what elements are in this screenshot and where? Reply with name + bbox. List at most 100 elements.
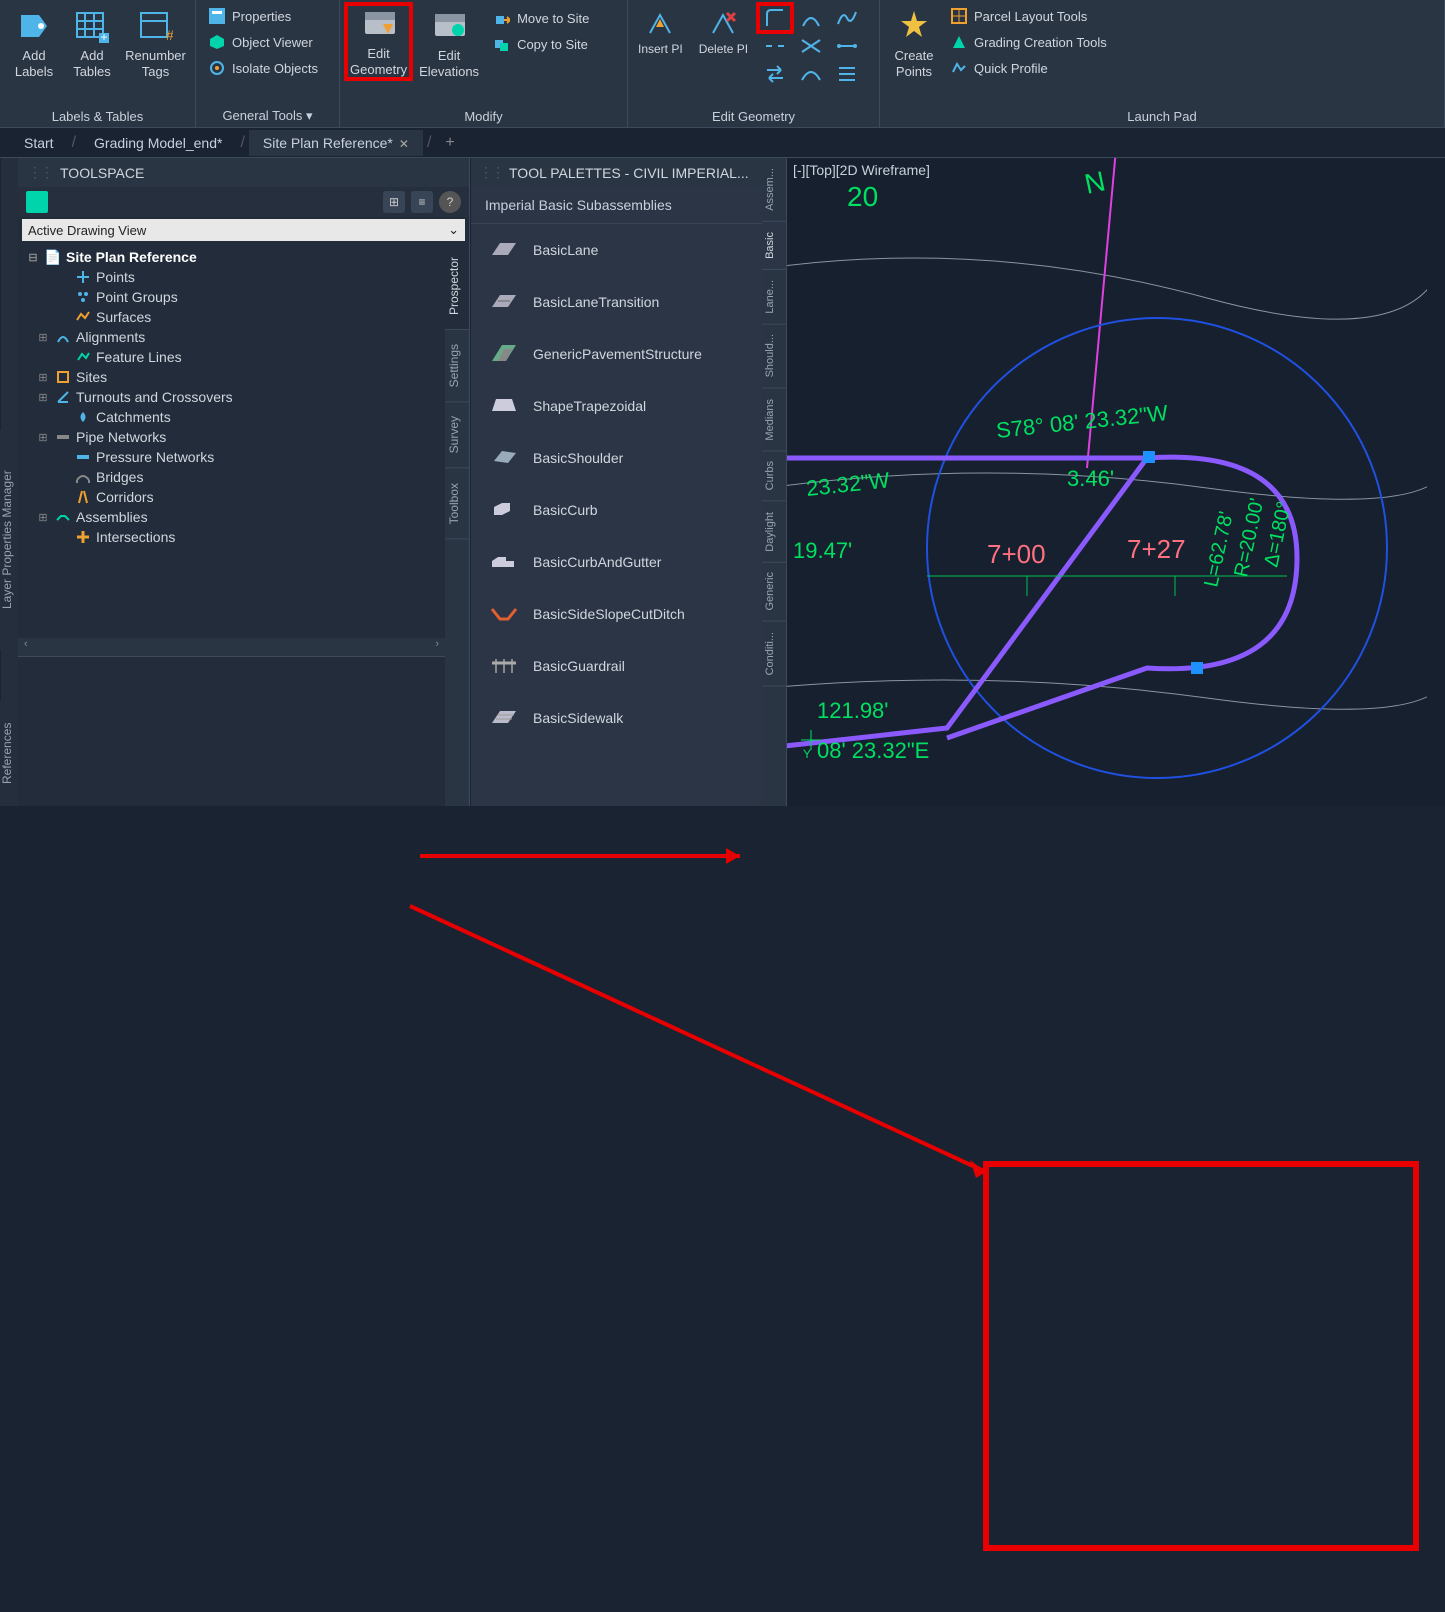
quick-profile-button[interactable]: Quick Profile <box>944 56 1113 80</box>
palette-item-guardrail[interactable]: BasicGuardrail <box>471 640 762 692</box>
palette-item-basiclanetransition[interactable]: BasicLaneTransition <box>471 276 762 328</box>
tree-item-catchments[interactable]: Catchments <box>18 407 445 427</box>
tree-item-pressure-networks[interactable]: Pressure Networks <box>18 447 445 467</box>
tp-tab-shoulders[interactable]: Should... <box>762 324 786 388</box>
curve-tool-button[interactable] <box>794 4 828 32</box>
edit-geometry-button[interactable]: Edit Geometry <box>346 4 411 79</box>
panel-title-launchpad: Launch Pad <box>880 106 1444 127</box>
tree-item-assemblies[interactable]: ⊞Assemblies <box>18 507 445 527</box>
edit-geometry-icon <box>361 6 397 42</box>
tree-root[interactable]: ⊟📄Site Plan Reference <box>18 247 445 267</box>
tp-tab-medians[interactable]: Medians <box>762 389 786 452</box>
add-labels-button[interactable]: Add Labels <box>6 4 62 79</box>
tab-toolbox[interactable]: Toolbox <box>445 469 469 539</box>
toolspace-tree[interactable]: ⊟📄Site Plan Reference Points Point Group… <box>18 243 445 638</box>
reverse-tool-button[interactable] <box>758 60 792 88</box>
move-to-site-button[interactable]: Move to Site <box>487 6 595 30</box>
insert-pi-button[interactable]: Insert PI <box>632 4 689 88</box>
toolspace-titlebar[interactable]: ⋮⋮TOOLSPACE <box>18 158 469 187</box>
panel-title-general[interactable]: General Tools ▾ <box>196 105 339 127</box>
svg-text:08' 23.32"E: 08' 23.32"E <box>817 738 929 763</box>
palette-item-shapetrapezoidal[interactable]: ShapeTrapezoidal <box>471 380 762 432</box>
tab-prospector[interactable]: Prospector <box>445 243 469 330</box>
create-points-button[interactable]: Create Points <box>886 4 942 79</box>
properties-label: Properties <box>232 9 291 24</box>
catchment-icon <box>74 409 92 425</box>
parcel-layout-button[interactable]: Parcel Layout Tools <box>944 4 1113 28</box>
copy-to-site-button[interactable]: Copy to Site <box>487 32 595 56</box>
palette-item-basicshoulder[interactable]: BasicShoulder <box>471 432 762 484</box>
join-icon <box>835 34 859 58</box>
smooth-tool-button[interactable] <box>794 60 828 88</box>
tree-item-alignments[interactable]: ⊞Alignments <box>18 327 445 347</box>
toolspace-help-button[interactable]: ? <box>439 191 461 213</box>
tab-site-plan-reference[interactable]: Site Plan Reference*✕ <box>249 130 423 156</box>
fillet-tool-button[interactable] <box>758 4 792 32</box>
palette-item-basiccurb[interactable]: BasicCurb <box>471 484 762 536</box>
trapezoid-icon <box>489 394 519 418</box>
drawing-icon: 📄 <box>44 249 62 265</box>
trim-tool-button[interactable] <box>794 32 828 60</box>
tree-item-point-groups[interactable]: Point Groups <box>18 287 445 307</box>
panel-title-modify: Modify <box>340 106 627 127</box>
toolspace-toolbar: ⊞ ≡ ? <box>18 187 469 217</box>
tool-palettes-titlebar[interactable]: ⋮⋮TOOL PALETTES - CIVIL IMPERIAL... <box>471 158 762 187</box>
references-rail[interactable]: References <box>0 700 18 806</box>
tree-item-intersections[interactable]: Intersections <box>18 527 445 547</box>
tree-scrollbar[interactable]: ‹› <box>18 638 445 656</box>
palette-item-basiclane[interactable]: BasicLane <box>471 224 762 276</box>
delete-pi-button[interactable]: Delete PI <box>693 4 754 88</box>
join-tool-button[interactable] <box>830 32 864 60</box>
fillet-icon <box>763 6 787 30</box>
edit-elevations-button[interactable]: Edit Elevations <box>413 4 485 79</box>
stepped-offset-button[interactable] <box>830 60 864 88</box>
palette-item-sideslope[interactable]: BasicSideSlopeCutDitch <box>471 588 762 640</box>
palette-item-sidewalk[interactable]: BasicSidewalk <box>471 692 762 744</box>
renumber-tags-button[interactable]: # Renumber Tags <box>122 4 189 79</box>
tp-tab-curbs[interactable]: Curbs <box>762 451 786 501</box>
svg-text:3.46': 3.46' <box>1067 466 1114 491</box>
palette-item-genericpavement[interactable]: GenericPavementStructure <box>471 328 762 380</box>
spline-tool-button[interactable] <box>830 4 864 32</box>
grading-creation-button[interactable]: Grading Creation Tools <box>944 30 1113 54</box>
tab-settings[interactable]: Settings <box>445 330 469 402</box>
tree-item-surfaces[interactable]: Surfaces <box>18 307 445 327</box>
toolspace-tool1-button[interactable]: ⊞ <box>383 191 405 213</box>
add-tab-button[interactable]: + <box>435 134 464 152</box>
tab-start[interactable]: Start <box>10 130 68 156</box>
delete-pi-icon <box>708 8 738 38</box>
tree-item-pipe-networks[interactable]: ⊞Pipe Networks <box>18 427 445 447</box>
toolspace-panel: ⋮⋮TOOLSPACE ⊞ ≡ ? Active Drawing View⌄ ⊟… <box>18 158 470 806</box>
tree-item-bridges[interactable]: Bridges <box>18 467 445 487</box>
tp-tab-lanes[interactable]: Lane... <box>762 270 786 325</box>
points-star-icon <box>896 8 932 44</box>
palette-item-basiccurbgutter[interactable]: BasicCurbAndGutter <box>471 536 762 588</box>
close-icon[interactable]: ✕ <box>399 137 409 151</box>
object-viewer-button[interactable]: Object Viewer <box>202 30 324 54</box>
tree-item-turnouts[interactable]: ⊞Turnouts and Crossovers <box>18 387 445 407</box>
drawing-canvas[interactable]: [-][Top][2D Wireframe] 20 N S78° 08' 23.… <box>787 158 1445 806</box>
properties-button[interactable]: Properties <box>202 4 324 28</box>
tp-tab-conditional[interactable]: Conditi... <box>762 622 786 686</box>
toolspace-details-pane <box>18 656 445 806</box>
tp-tab-basic[interactable]: Basic <box>762 222 786 270</box>
svg-text:#: # <box>166 27 173 43</box>
isolate-objects-button[interactable]: Isolate Objects <box>202 56 324 80</box>
break-tool-button[interactable] <box>758 32 792 60</box>
tab-grading-model[interactable]: Grading Model_end* <box>80 130 236 156</box>
tree-item-sites[interactable]: ⊞Sites <box>18 367 445 387</box>
document-tabs: Start / Grading Model_end* / Site Plan R… <box>0 128 1445 158</box>
tab-survey[interactable]: Survey <box>445 402 469 468</box>
turnout-icon <box>54 389 72 405</box>
tree-item-feature-lines[interactable]: Feature Lines <box>18 347 445 367</box>
tree-item-points[interactable]: Points <box>18 267 445 287</box>
active-drawing-view-dropdown[interactable]: Active Drawing View⌄ <box>22 219 465 241</box>
tp-tab-assemblies[interactable]: Assem... <box>762 158 786 222</box>
toolspace-home-icon[interactable] <box>26 191 48 213</box>
tp-tab-daylight[interactable]: Daylight <box>762 502 786 563</box>
add-tables-button[interactable]: + Add Tables <box>64 4 120 79</box>
tree-item-corridors[interactable]: Corridors <box>18 487 445 507</box>
toolspace-tool2-button[interactable]: ≡ <box>411 191 433 213</box>
tp-tab-generic[interactable]: Generic <box>762 562 786 622</box>
layer-properties-rail[interactable]: Layer Properties Manager <box>0 430 18 650</box>
